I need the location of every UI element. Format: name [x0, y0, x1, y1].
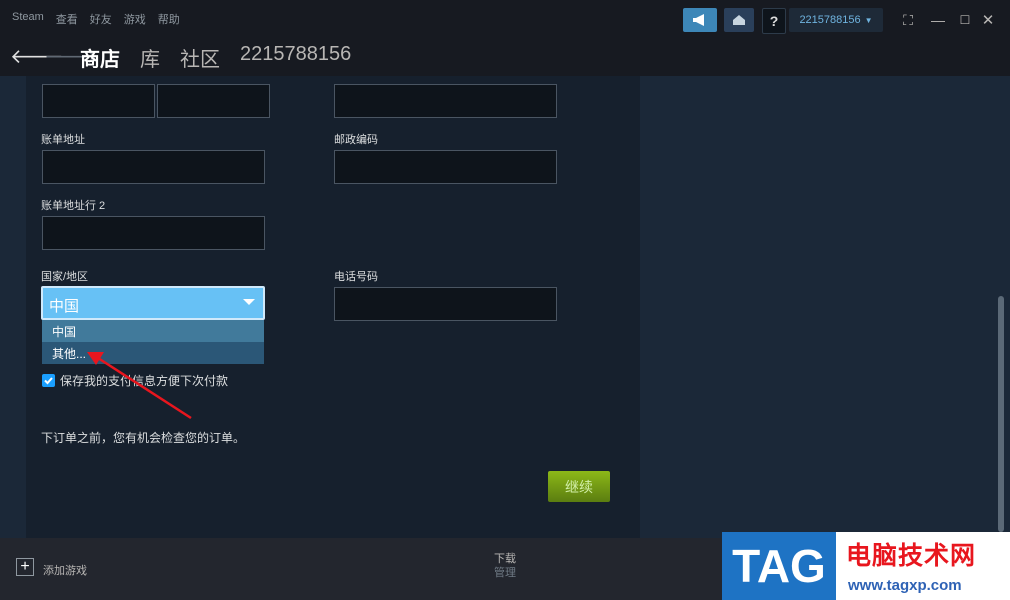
question-icon: ? — [769, 13, 779, 29]
billing-address2-field[interactable] — [42, 216, 265, 250]
menu-games[interactable]: 游戏 — [124, 11, 146, 27]
minimize-button[interactable]: — — [930, 8, 946, 32]
postal-code-label: 邮政编码 — [334, 134, 378, 146]
billing-address-label: 账单地址 — [41, 134, 85, 146]
add-game-button[interactable]: 添加游戏 — [43, 562, 87, 578]
inbox-button[interactable] — [724, 8, 754, 32]
tab-community[interactable]: 社区 — [180, 43, 220, 72]
state-field[interactable] — [157, 84, 270, 118]
menu-steam[interactable]: Steam — [12, 11, 44, 27]
fullscreen-icon: ⛶ — [903, 11, 913, 28]
tab-store[interactable]: 商店 — [80, 43, 120, 72]
caret-down-icon — [243, 299, 255, 305]
continue-button[interactable]: 继续 — [548, 471, 610, 502]
announcement-button[interactable] — [683, 8, 717, 32]
postal-code-field[interactable] — [334, 150, 557, 184]
watermark-url: www.tagxp.com — [848, 577, 962, 594]
billing-address-field[interactable] — [42, 150, 265, 184]
account-menu-button[interactable]: 2215788156 ▼ — [789, 8, 883, 32]
manage-label[interactable]: 管理 — [494, 564, 516, 580]
account-name: 2215788156 — [799, 14, 861, 26]
country-select-value: 中国 — [49, 298, 80, 315]
chevron-down-icon: ▼ — [864, 15, 873, 25]
menu-friends[interactable]: 好友 — [90, 11, 112, 27]
save-payment-label: 保存我的支付信息方便下次付款 — [60, 374, 229, 388]
close-icon: ✕ — [981, 12, 995, 29]
tab-profile[interactable]: 2215788156 — [240, 43, 351, 72]
big-picture-button[interactable]: ⛶ — [898, 8, 918, 32]
envelope-icon — [733, 15, 745, 25]
billing-address2-label: 账单地址行 2 — [41, 200, 106, 212]
close-button[interactable]: ✕ — [980, 8, 996, 32]
save-payment-checkbox[interactable] — [42, 374, 55, 387]
country-option-other[interactable]: 其他... — [42, 342, 264, 364]
plus-icon[interactable]: + — [16, 558, 34, 576]
top-right-field[interactable] — [334, 84, 557, 118]
menu-bar: Steam 查看 好友 游戏 帮助 — [12, 11, 180, 27]
megaphone-icon — [693, 14, 704, 26]
phone-label: 电话号码 — [334, 271, 378, 283]
country-dropdown: 中国 其他... — [42, 320, 264, 364]
nav-tabs: 商店 库 社区 2215788156 — [80, 43, 351, 72]
scrollbar[interactable] — [998, 296, 1004, 532]
phone-field[interactable] — [334, 287, 557, 321]
title-bar: Steam 查看 好友 游戏 帮助 ? 2215788156 ▼ ⛶ — ☐ ✕ — [0, 0, 1010, 40]
country-option-china[interactable]: 中国 — [42, 320, 264, 342]
watermark-site-name: 电脑技术网 — [846, 542, 977, 570]
country-label: 国家/地区 — [41, 271, 89, 283]
minimize-icon: — — [931, 12, 945, 28]
review-note: 下订单之前，您有机会检查您的订单。 — [41, 431, 246, 445]
menu-view[interactable]: 查看 — [56, 11, 78, 27]
menu-help[interactable]: 帮助 — [158, 11, 180, 27]
watermark-tag-logo: TAG — [722, 532, 836, 600]
nav-bar: 🡐 🡒 商店 库 社区 2215788156 — [0, 40, 1010, 76]
right-background — [641, 76, 1010, 538]
tab-library[interactable]: 库 — [140, 43, 160, 72]
maximize-button[interactable]: ☐ — [957, 8, 973, 32]
country-select[interactable]: 中国 — [41, 286, 265, 320]
city-field[interactable] — [42, 84, 155, 118]
help-button[interactable]: ? — [762, 8, 786, 34]
checkmark-icon — [44, 377, 53, 385]
maximize-icon: ☐ — [959, 13, 971, 27]
